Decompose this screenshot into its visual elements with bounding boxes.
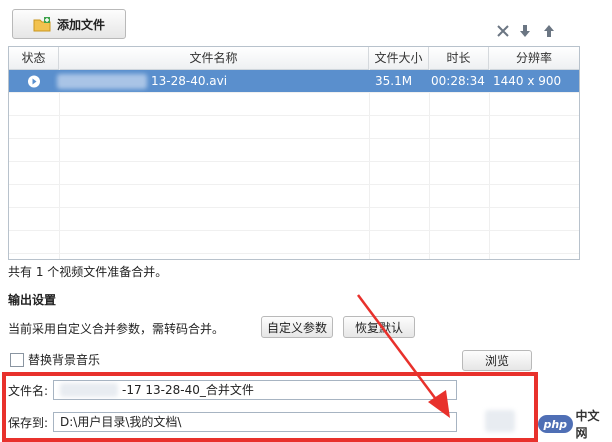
browse-button[interactable]: 浏览: [462, 350, 532, 371]
col-duration[interactable]: 时长: [429, 47, 489, 69]
merge-mode-text: 当前采用自定义合并参数，需转码合并。: [8, 322, 225, 336]
custom-params-button[interactable]: 自定义参数: [261, 316, 333, 338]
watermark-logo: php: [538, 415, 573, 433]
add-file-button[interactable]: 添加文件: [12, 9, 126, 39]
arrow-down-icon[interactable]: [519, 24, 531, 38]
table-header: 状态 文件名称 文件大小 时长 分辨率: [9, 47, 579, 70]
replace-bgm-checkbox[interactable]: [10, 353, 24, 367]
col-resolution[interactable]: 分辨率: [489, 47, 579, 69]
file-size: 35.1M: [375, 74, 413, 88]
annotation-arrow: [356, 294, 450, 418]
watermark: php 中文网: [538, 409, 610, 440]
summary-text: 共有 1 个视频文件准备合并。: [8, 265, 168, 279]
file-duration: 00:28:34: [431, 74, 485, 88]
col-status[interactable]: 状态: [9, 47, 59, 69]
replace-bgm-label: 替换背景音乐: [28, 353, 101, 367]
remove-icon[interactable]: [496, 24, 510, 38]
file-name: 13-28-40.avi: [151, 74, 228, 88]
file-resolution: 1440 x 900: [493, 74, 562, 88]
output-settings-title: 输出设置: [8, 293, 57, 307]
watermark-text: 中文网: [575, 409, 600, 440]
table-row[interactable]: 13-28-40.avi 35.1M 00:28:34 1440 x 900: [9, 70, 579, 93]
arrow-up-icon[interactable]: [543, 24, 555, 38]
redacted-region: [57, 74, 147, 89]
add-file-label: 添加文件: [56, 17, 105, 32]
col-filename[interactable]: 文件名称: [59, 47, 369, 69]
folder-add-icon: [33, 16, 51, 32]
col-filesize[interactable]: 文件大小: [369, 47, 429, 69]
play-icon: [27, 70, 41, 93]
file-table[interactable]: 状态 文件名称 文件大小 时长 分辨率 13-28-40.avi 35.1M 0…: [8, 46, 580, 260]
